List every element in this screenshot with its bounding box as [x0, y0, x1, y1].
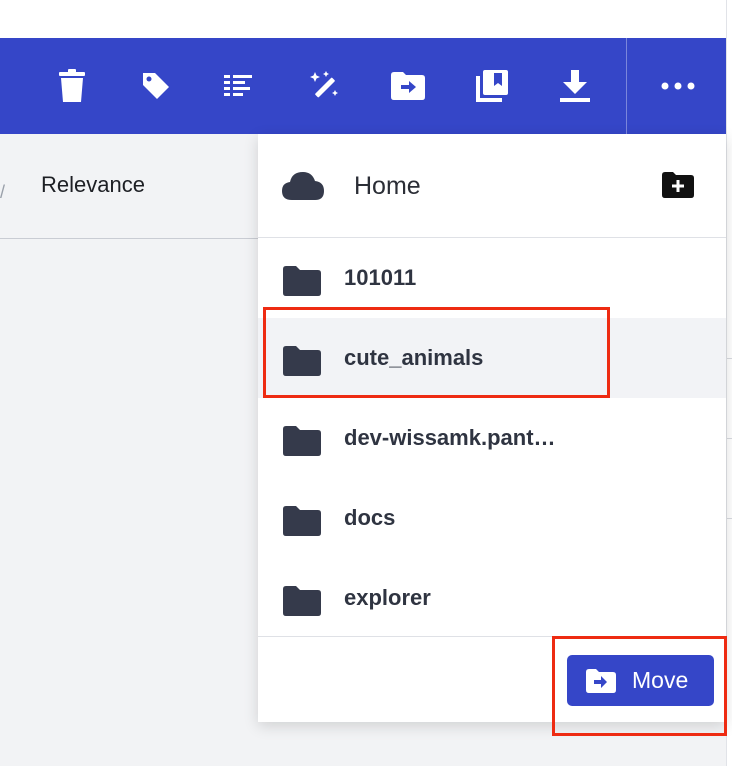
folder-row[interactable]: 101011 — [258, 238, 726, 318]
download-icon[interactable] — [555, 66, 595, 106]
folder-row[interactable]: explorer — [258, 558, 726, 638]
top-strip — [0, 0, 726, 38]
folder-icon — [283, 426, 321, 461]
folder-icon — [283, 266, 321, 301]
new-folder-icon[interactable] — [662, 172, 694, 203]
folder-row-selected[interactable]: cute_animals — [258, 318, 726, 398]
folder-name: cute_animals — [344, 345, 484, 370]
folder-row[interactable]: dev-wissamk.pant… — [258, 398, 726, 478]
bulk-action-toolbar — [0, 38, 726, 134]
collection-icon[interactable] — [472, 66, 512, 106]
folder-name: explorer — [344, 585, 431, 610]
tag-icon[interactable] — [136, 66, 176, 106]
sort-bar: / Relevance — [0, 134, 258, 239]
panel-footer: Move — [258, 636, 726, 723]
move-to-folder-panel: Home 101011 cute_animals dev-wissamk.pan… — [258, 134, 726, 722]
list-icon[interactable] — [218, 66, 258, 106]
folder-name: 101011 — [344, 265, 417, 290]
folder-icon — [283, 506, 321, 541]
folder-icon — [283, 346, 321, 381]
folder-row[interactable]: docs — [258, 478, 726, 558]
toolbar-divider — [626, 38, 627, 134]
sort-dropdown[interactable]: Relevance — [41, 172, 145, 198]
right-edge-panel — [726, 0, 732, 766]
chevron-icon: / — [0, 182, 6, 202]
magic-wand-icon[interactable] — [305, 66, 345, 106]
cloud-icon — [282, 172, 324, 205]
panel-header: Home — [258, 134, 726, 238]
move-folder-icon[interactable] — [388, 66, 428, 106]
move-button[interactable]: Move — [567, 655, 714, 706]
folder-icon — [283, 586, 321, 621]
more-icon[interactable] — [658, 66, 698, 106]
move-button-label: Move — [632, 667, 689, 693]
trash-icon[interactable] — [52, 66, 92, 106]
folder-name: docs — [344, 505, 396, 530]
home-breadcrumb[interactable]: Home — [354, 172, 421, 201]
folder-name: dev-wissamk.pant… — [344, 425, 556, 450]
move-folder-icon — [586, 668, 616, 693]
